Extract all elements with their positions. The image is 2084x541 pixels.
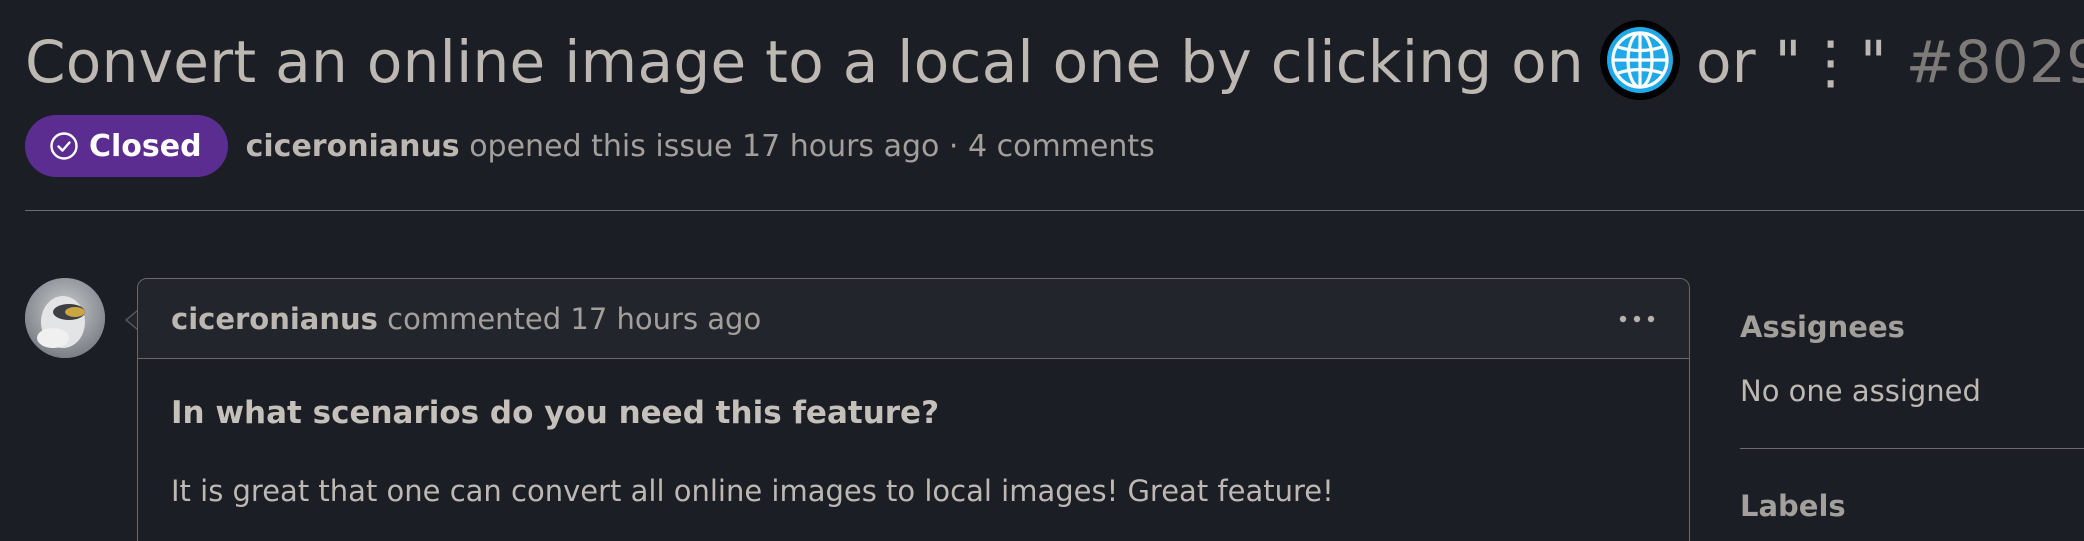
assignees-heading[interactable]: Assignees bbox=[1740, 310, 2084, 344]
issue-number: #8029 bbox=[1905, 28, 2084, 96]
avatar[interactable] bbox=[25, 278, 105, 358]
issue-meta: Closed ciceronianus opened this issue 17… bbox=[25, 115, 1155, 177]
comment-text: It is great that one can convert all onl… bbox=[171, 474, 1334, 508]
issue-meta-text: ciceronianus opened this issue 17 hours … bbox=[246, 129, 1155, 164]
issue-title-suffix: or "⋮" bbox=[1696, 28, 1887, 96]
status-badge: Closed bbox=[25, 115, 228, 177]
status-badge-label: Closed bbox=[89, 128, 202, 164]
assignees-value: No one assigned bbox=[1740, 374, 1981, 408]
comment-author-link[interactable]: ciceronianus bbox=[171, 302, 378, 336]
check-circle-icon bbox=[50, 132, 78, 160]
comment-header: ciceronianus commented 17 hours ago bbox=[138, 279, 1689, 359]
header-divider bbox=[25, 210, 2084, 211]
globe-icon bbox=[1598, 18, 1682, 102]
kebab-icon[interactable] bbox=[1617, 313, 1657, 325]
issue-title: Convert an online image to a local one b… bbox=[25, 18, 2084, 106]
comment-box: ciceronianus commented 17 hours ago In w… bbox=[137, 278, 1690, 541]
issue-opened-text: opened this issue 17 hours ago · 4 comme… bbox=[469, 128, 1155, 164]
sidebar: Assignees No one assigned Labels bbox=[1740, 310, 2084, 523]
comment-timestamp[interactable]: commented 17 hours ago bbox=[387, 302, 761, 336]
sidebar-divider bbox=[1740, 448, 2084, 449]
issue-title-text: Convert an online image to a local one b… bbox=[25, 28, 1584, 96]
issue-author-link[interactable]: ciceronianus bbox=[246, 129, 460, 164]
labels-heading[interactable]: Labels bbox=[1740, 489, 2084, 523]
comment-heading: In what scenarios do you need this featu… bbox=[171, 395, 940, 431]
issue-page: Convert an online image to a local one b… bbox=[0, 0, 2084, 541]
